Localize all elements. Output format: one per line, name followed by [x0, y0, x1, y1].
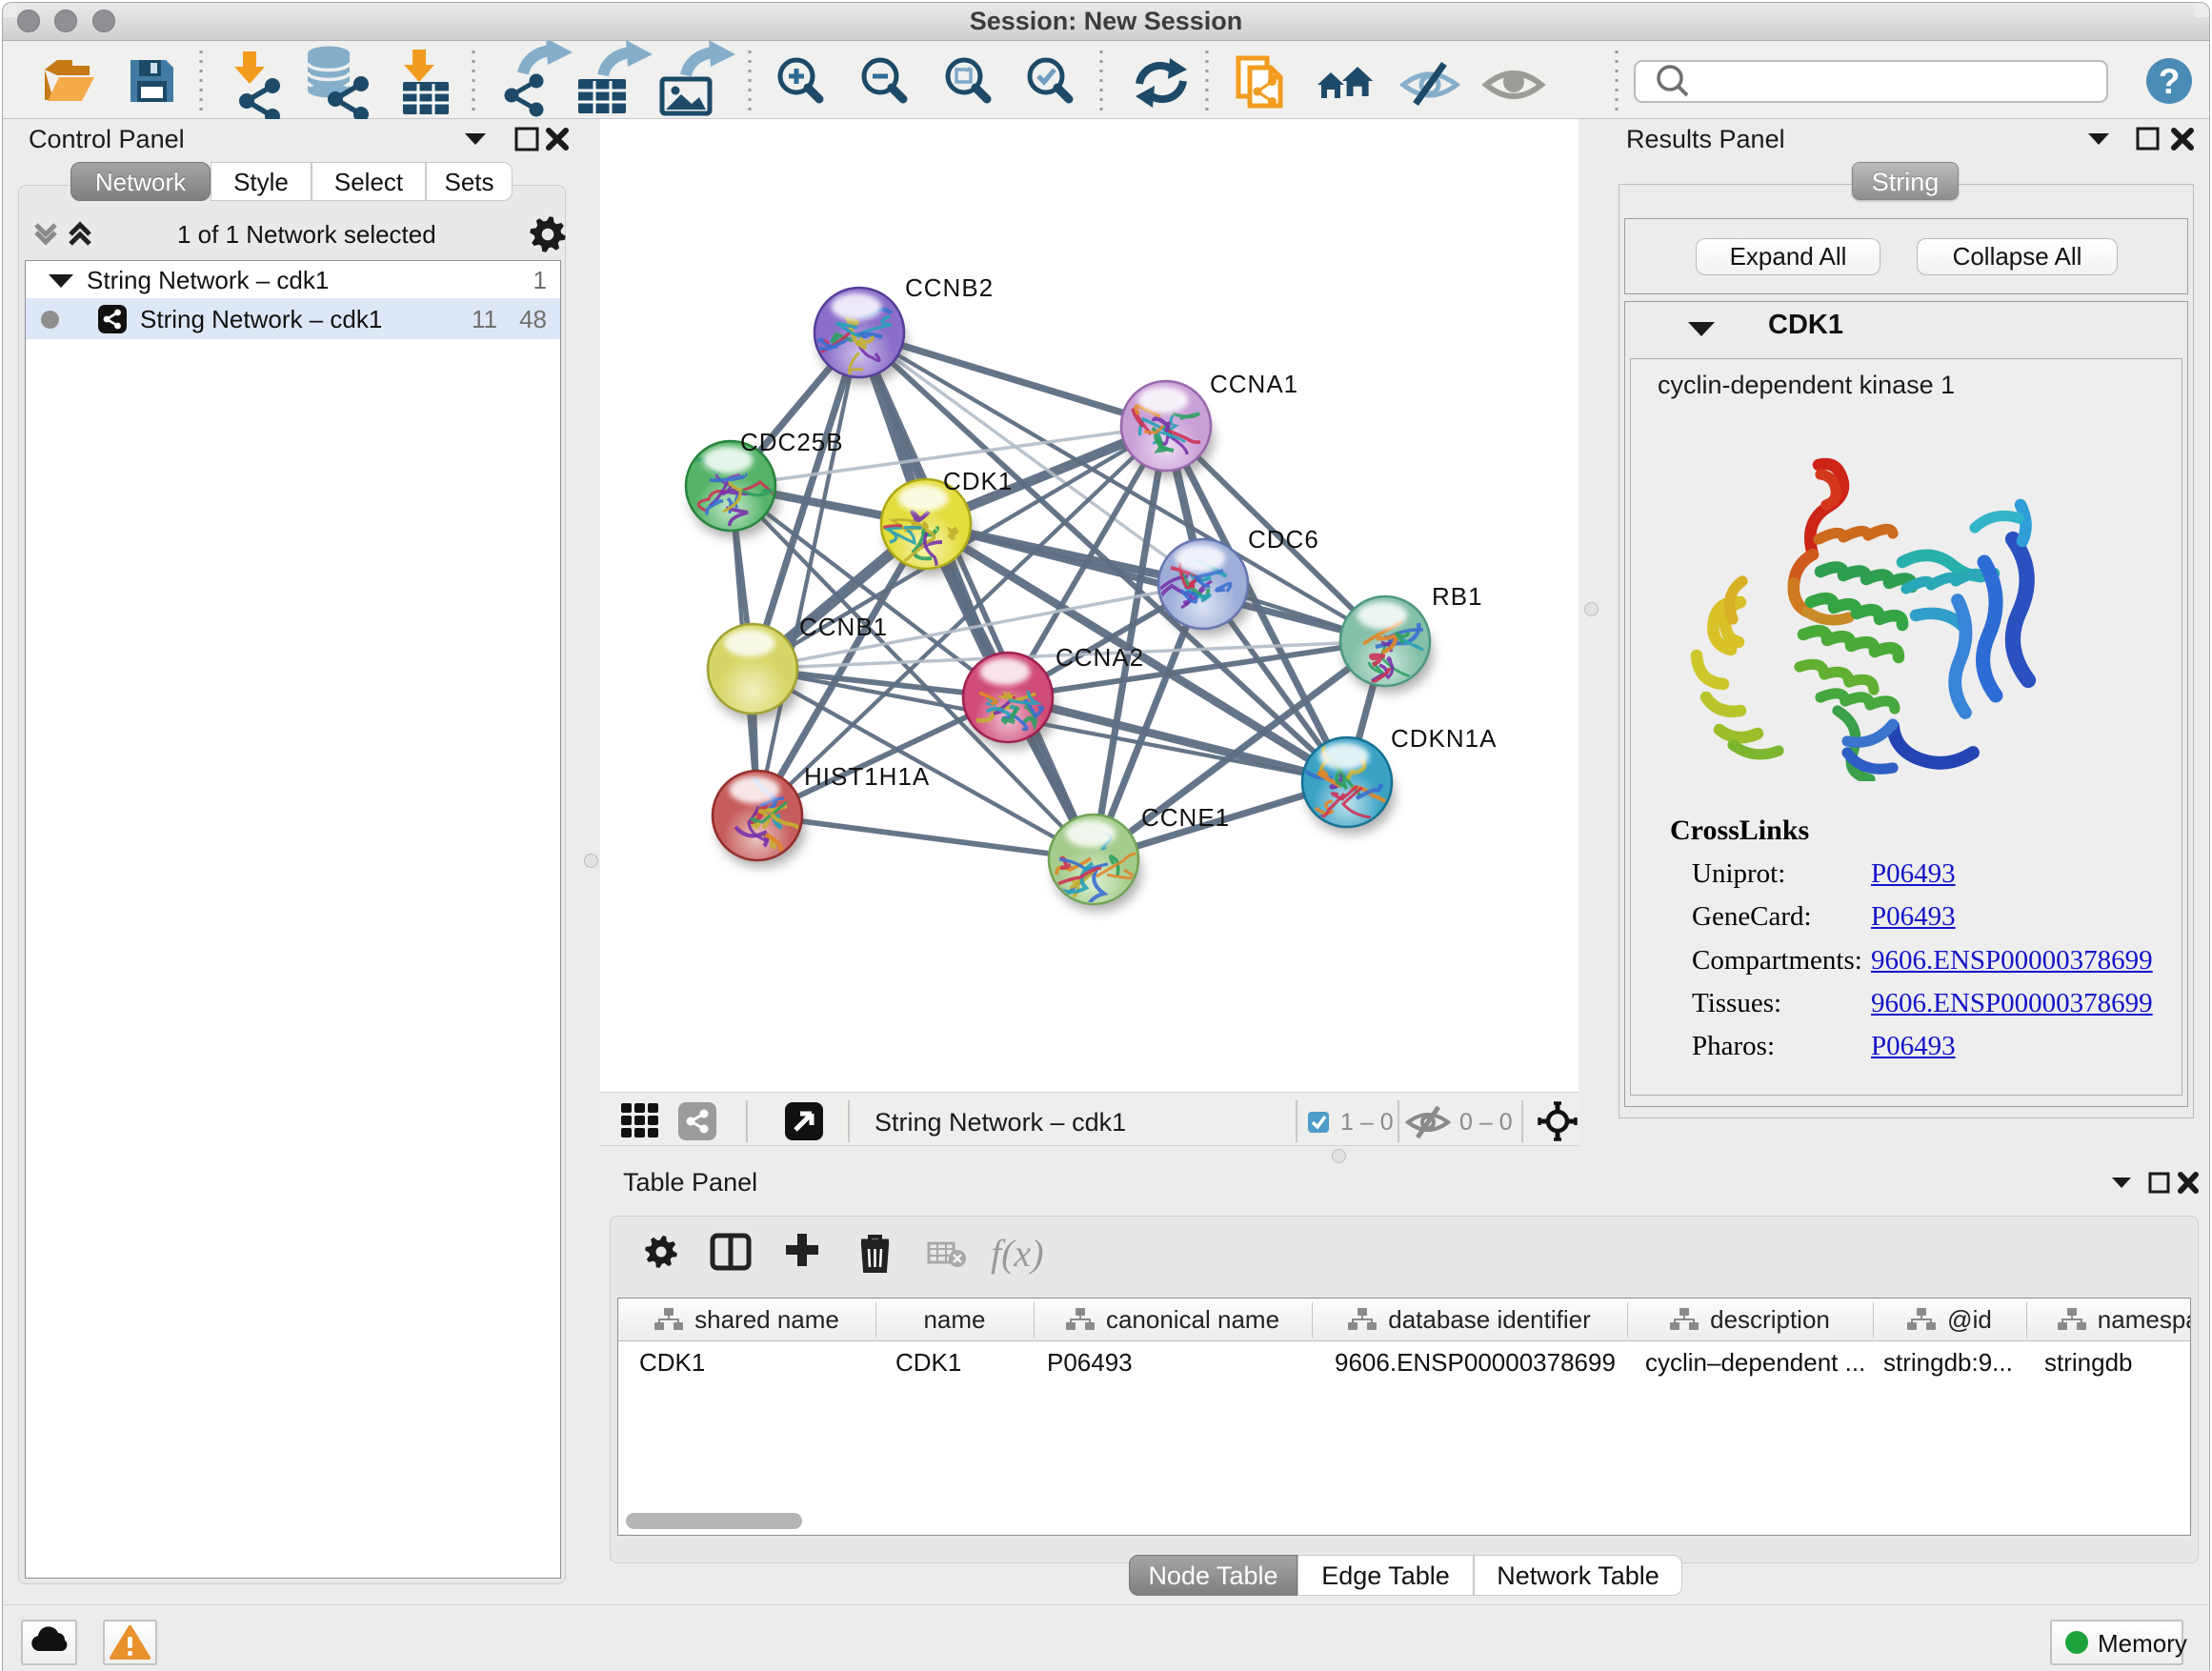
svg-text:1 – 0: 1 – 0 — [1340, 1109, 1394, 1136]
svg-text:?: ? — [2159, 62, 2181, 101]
svg-text:String Network – cdk1: String Network – cdk1 — [875, 1108, 1126, 1137]
svg-text:RB1: RB1 — [1432, 582, 1483, 611]
svg-text:CDK1: CDK1 — [943, 467, 1013, 495]
svg-text:CCNA2: CCNA2 — [1056, 643, 1144, 672]
svg-text:CDC25B: CDC25B — [740, 428, 844, 456]
svg-text:CCNB1: CCNB1 — [799, 613, 888, 641]
svg-text:CCNB2: CCNB2 — [905, 273, 994, 302]
svg-text:CDKN1A: CDKN1A — [1391, 724, 1497, 753]
svg-text:CCNE1: CCNE1 — [1141, 803, 1230, 832]
svg-text:HIST1H1A: HIST1H1A — [804, 762, 930, 791]
svg-text:CCNA1: CCNA1 — [1210, 370, 1298, 398]
svg-text:CDC6: CDC6 — [1248, 525, 1319, 554]
svg-text:f(x): f(x) — [991, 1232, 1044, 1275]
svg-text:0 – 0: 0 – 0 — [1459, 1109, 1513, 1136]
